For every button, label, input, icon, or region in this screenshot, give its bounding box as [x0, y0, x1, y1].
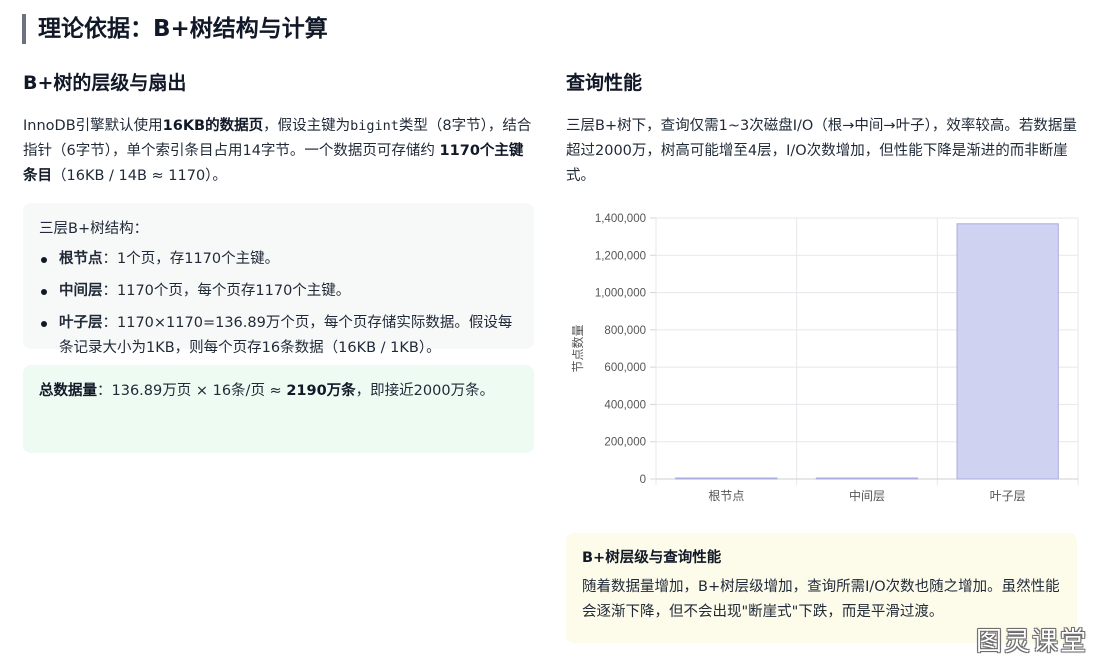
list-item-leaf: 叶子层：1170×1170=136.89万个页，每个页存储实际数据。假设每条记录… [39, 311, 518, 361]
structure-list: 根节点：1个页，存1170个主键。 中间层：1170个页，每个页存1170个主键… [39, 247, 518, 361]
x-tick-label: 叶子层 [990, 489, 1026, 503]
fanout-paragraph: InnoDB引擎默认使用16KB的数据页，假设主键为bigint类型（8字节），… [23, 118, 532, 184]
chart-svg: 0 200,000 400,000 600,000 800,000 1,000,000 1,… [570, 213, 1079, 503]
x-tick-label: 中间层 [849, 488, 885, 503]
watermark-logo: 图灵课堂 [975, 627, 1088, 657]
y-tick-label: 1,400,000 [595, 213, 646, 225]
y-tick-label: 800,000 [604, 325, 646, 337]
fanout-heading: B+树的层级与扇出 [23, 72, 187, 94]
bar-0 [675, 477, 778, 480]
left-column: B+树的层级与扇出 InnoDB引擎默认使用16KB的数据页，假设主键为bigi… [23, 70, 534, 453]
y-tick-label: 200,000 [604, 437, 646, 449]
x-tick-label: 根节点 [708, 489, 744, 503]
node-count-chart: 0 200,000 400,000 600,000 800,000 1,000,000 1,… [566, 205, 1080, 505]
total-box: 总数据量：136.89万页 × 16条/页 ≈ 2190万条，即接近2000万条… [23, 365, 534, 453]
y-tick-label: 400,000 [604, 399, 646, 411]
right-column: 查询性能 三层B+树下，查询仅需1~3次磁盘I/O（根→中间→叶子），效率较高。… [566, 70, 1078, 189]
y-tick-label: 600,000 [604, 362, 646, 374]
note-title: B+树层级与查询性能 [582, 550, 722, 566]
bar-2 [956, 223, 1059, 480]
note-body: 随着数据量增加，B+树层级增加，查询所需I/O次数也随之增加。虽然性能会逐渐下降… [582, 579, 1060, 620]
structure-title: 三层B+树结构： [39, 221, 149, 237]
performance-paragraph: 三层B+树下，查询仅需1~3次磁盘I/O（根→中间→叶子），效率较高。若数据量超… [566, 118, 1077, 184]
bar-1 [815, 477, 919, 480]
list-item-middle: 中间层：1170个页，每个页存1170个主键。 [39, 279, 518, 304]
structure-box: 三层B+树结构： 根节点：1个页，存1170个主键。 中间层：1170个页，每个… [23, 203, 534, 356]
performance-heading: 查询性能 [566, 72, 643, 94]
y-tick-label: 1,000,000 [595, 288, 646, 300]
list-item-root: 根节点：1个页，存1170个主键。 [39, 247, 518, 272]
y-axis-label: 节点数量 [570, 324, 585, 372]
code-bigint: bigint [350, 118, 399, 134]
y-tick-label: 0 [640, 474, 646, 486]
y-tick-label: 1,200,000 [595, 250, 646, 262]
page-title: 理论依据：B+树结构与计算 [22, 14, 328, 44]
